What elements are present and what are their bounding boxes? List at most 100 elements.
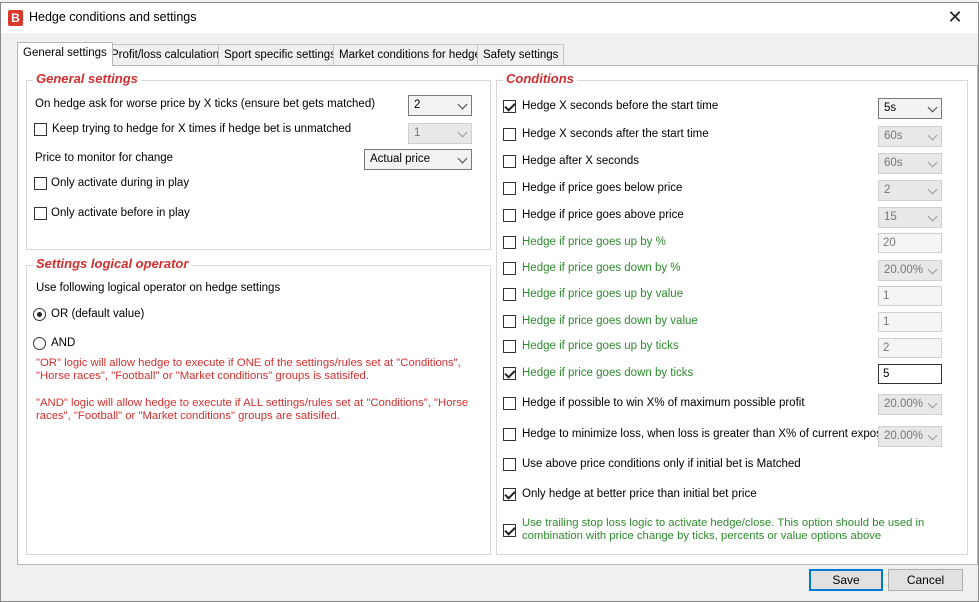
cond-label: Hedge if price goes down by % bbox=[522, 262, 681, 274]
chevron-down-icon bbox=[927, 211, 938, 222]
keep-trying-checkbox[interactable] bbox=[34, 123, 47, 136]
cond-label: Hedge X seconds after the start time bbox=[522, 128, 709, 140]
inplay-checkbox[interactable] bbox=[34, 177, 47, 190]
cond-checkbox[interactable] bbox=[503, 367, 516, 380]
and-radio[interactable] bbox=[33, 337, 46, 350]
general-settings-title: General settings bbox=[33, 71, 141, 86]
or-explanation: "OR" logic will allow hedge to execute i… bbox=[36, 357, 461, 382]
app-icon: B bbox=[8, 10, 23, 26]
cond-value: 60s bbox=[884, 157, 903, 169]
conditions-title: Conditions bbox=[503, 71, 577, 86]
cond-input[interactable]: 1 bbox=[878, 286, 942, 306]
cond-checkbox[interactable] bbox=[503, 262, 516, 275]
tab-panel: General settings On hedge ask for worse … bbox=[17, 65, 978, 565]
cond-select[interactable]: 20.00% bbox=[878, 260, 942, 281]
worse-price-value: 2 bbox=[414, 99, 421, 111]
cond-checkbox[interactable] bbox=[503, 458, 516, 471]
cond-select[interactable]: 60s bbox=[878, 153, 942, 174]
cond-label: Hedge X seconds before the start time bbox=[522, 100, 719, 112]
tab-market-conditions[interactable]: Market conditions for hedge bbox=[333, 44, 487, 65]
worse-price-select[interactable]: 2 bbox=[408, 95, 472, 116]
keep-trying-label: Keep trying to hedge for X times if hedg… bbox=[52, 123, 352, 135]
monitor-select[interactable]: Actual price bbox=[364, 149, 472, 170]
cond-checkbox[interactable] bbox=[503, 340, 516, 353]
cond-input[interactable]: 2 bbox=[878, 338, 942, 358]
cond-checkbox[interactable] bbox=[503, 488, 516, 501]
chevron-down-icon bbox=[457, 99, 468, 110]
cond-select[interactable]: 2 bbox=[878, 180, 942, 201]
chevron-down-icon bbox=[927, 157, 938, 168]
cond-label: Use trailing stop loss logic to activate… bbox=[522, 517, 925, 529]
cond-label-line2: combination with price change by ticks, … bbox=[522, 530, 882, 542]
or-label: OR (default value) bbox=[51, 308, 145, 320]
cond-checkbox[interactable] bbox=[503, 236, 516, 249]
inplay-label: Only activate during in play bbox=[51, 177, 190, 189]
save-button[interactable]: Save bbox=[809, 569, 883, 591]
before-inplay-label: Only activate before in play bbox=[51, 207, 190, 219]
close-icon[interactable]: ✕ bbox=[932, 3, 978, 33]
cond-select[interactable]: 20.00% bbox=[878, 426, 942, 447]
cond-select[interactable]: 15 bbox=[878, 207, 942, 228]
cond-label: Hedge if price goes up by % bbox=[522, 236, 666, 248]
keep-trying-select[interactable]: 1 bbox=[408, 123, 472, 144]
cond-label: Hedge if price goes down by value bbox=[522, 315, 698, 327]
tab-general-settings[interactable]: General settings bbox=[17, 42, 113, 66]
cond-checkbox[interactable] bbox=[503, 155, 516, 168]
cond-value: 20.00% bbox=[884, 398, 924, 410]
cond-label: Hedge to minimize loss, when loss is gre… bbox=[522, 428, 899, 440]
chevron-down-icon bbox=[927, 130, 938, 141]
chevron-down-icon bbox=[927, 264, 938, 275]
tab-safety-settings[interactable]: Safety settings bbox=[477, 44, 565, 65]
cond-checkbox[interactable] bbox=[503, 315, 516, 328]
cond-input[interactable]: 5 bbox=[878, 364, 942, 384]
cond-checkbox[interactable] bbox=[503, 428, 516, 441]
cancel-button[interactable]: Cancel bbox=[888, 569, 963, 591]
cond-label: Hedge after X seconds bbox=[522, 155, 639, 167]
before-inplay-checkbox[interactable] bbox=[34, 207, 47, 220]
chevron-down-icon bbox=[927, 102, 938, 113]
chevron-down-icon bbox=[927, 398, 938, 409]
cond-label: Hedge if possible to win X% of maximum p… bbox=[522, 397, 805, 409]
and-label: AND bbox=[51, 337, 76, 349]
cond-label: Hedge if price goes down by ticks bbox=[522, 367, 694, 379]
cond-value: 60s bbox=[884, 130, 903, 142]
chevron-down-icon bbox=[927, 430, 938, 441]
chevron-down-icon bbox=[457, 127, 468, 138]
cond-select[interactable]: 5s bbox=[878, 98, 942, 119]
monitor-value: Actual price bbox=[370, 153, 431, 165]
cond-value: 2 bbox=[884, 184, 891, 196]
cond-label: Use above price conditions only if initi… bbox=[522, 458, 801, 470]
cond-checkbox[interactable] bbox=[503, 128, 516, 141]
cond-label: Hedge if price goes above price bbox=[522, 209, 684, 221]
monitor-label: Price to monitor for change bbox=[35, 152, 174, 164]
cond-value: 20.00% bbox=[884, 264, 924, 276]
cond-checkbox[interactable] bbox=[503, 182, 516, 195]
cond-checkbox[interactable] bbox=[503, 100, 516, 113]
dialog-window: B Hedge conditions and settings ✕ Genera… bbox=[0, 2, 979, 602]
cond-label: Hedge if price goes below price bbox=[522, 182, 683, 194]
cond-value: 5s bbox=[884, 102, 897, 114]
chevron-down-icon bbox=[927, 184, 938, 195]
cond-label: Hedge if price goes up by ticks bbox=[522, 340, 679, 352]
cond-label: Hedge if price goes up by value bbox=[522, 288, 684, 300]
cond-select[interactable]: 60s bbox=[878, 126, 942, 147]
cond-checkbox[interactable] bbox=[503, 524, 516, 537]
conditions-group: Conditions Hedge X seconds before the st… bbox=[496, 71, 968, 555]
cond-checkbox[interactable] bbox=[503, 288, 516, 301]
cond-checkbox[interactable] bbox=[503, 397, 516, 410]
logical-operator-group: Settings logical operator Use following … bbox=[26, 256, 491, 555]
cond-checkbox[interactable] bbox=[503, 209, 516, 222]
logical-operator-desc: Use following logical operator on hedge … bbox=[36, 282, 281, 294]
chevron-down-icon bbox=[457, 153, 468, 164]
cond-input[interactable]: 20 bbox=[878, 233, 942, 253]
window-title: Hedge conditions and settings bbox=[29, 10, 197, 24]
cond-select[interactable]: 20.00% bbox=[878, 394, 942, 415]
logical-operator-title: Settings logical operator bbox=[33, 256, 192, 271]
cond-value: 15 bbox=[884, 211, 897, 223]
or-radio[interactable] bbox=[33, 308, 46, 321]
and-explanation: "AND" logic will allow hedge to execute … bbox=[36, 397, 469, 422]
tab-sport-specific[interactable]: Sport specific settings bbox=[218, 44, 342, 65]
general-settings-group: General settings On hedge ask for worse … bbox=[26, 71, 491, 250]
tab-profit-loss[interactable]: Profit/loss calculation bbox=[105, 44, 226, 65]
cond-input[interactable]: 1 bbox=[878, 312, 942, 332]
